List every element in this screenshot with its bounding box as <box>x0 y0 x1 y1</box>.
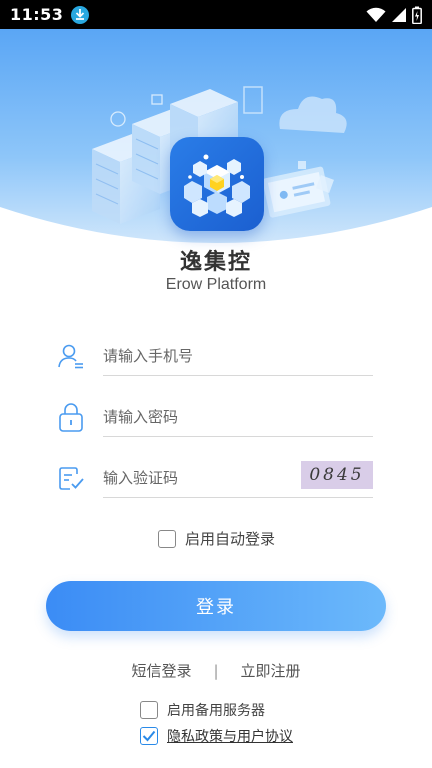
register-link[interactable]: 立即注册 <box>241 660 301 681</box>
sms-login-link[interactable]: 短信登录 <box>131 660 191 681</box>
app-logo <box>170 137 264 231</box>
status-time: 11:53 <box>10 5 64 24</box>
download-icon <box>71 5 90 24</box>
verify-code-icon <box>57 464 85 492</box>
backup-server-option[interactable]: 启用备用服务器 <box>140 700 265 720</box>
status-icons <box>366 6 422 24</box>
backup-server-label: 启用备用服务器 <box>167 703 265 719</box>
status-bar: 11:53 <box>0 0 432 29</box>
auto-login-option[interactable]: 启用自动登录 <box>158 528 275 549</box>
password-input[interactable] <box>103 397 373 437</box>
lock-icon <box>57 403 85 432</box>
user-icon <box>57 342 85 370</box>
app-title: 逸集控 <box>179 250 252 275</box>
code-field: 0845 <box>57 458 373 498</box>
privacy-option[interactable]: 隐私政策与用户协议 <box>140 726 293 746</box>
app-subtitle: Erow Platform <box>165 276 267 293</box>
backup-server-checkbox[interactable] <box>140 701 158 719</box>
privacy-policy-link[interactable]: 隐私政策与用户协议 <box>167 726 293 746</box>
captcha-image[interactable]: 0845 <box>301 461 373 489</box>
link-separator: | <box>213 661 219 680</box>
wifi-icon <box>366 7 386 22</box>
check-icon <box>142 730 156 742</box>
password-field <box>57 397 373 437</box>
auto-login-checkbox[interactable] <box>158 529 176 548</box>
auto-login-label: 启用自动登录 <box>185 530 276 548</box>
phone-field <box>57 336 373 376</box>
auth-links: 短信登录 | 立即注册 <box>0 660 432 681</box>
signal-icon <box>392 7 406 22</box>
login-button[interactable]: 登录 <box>46 581 386 631</box>
privacy-checkbox[interactable] <box>140 727 158 745</box>
phone-input[interactable] <box>103 336 373 376</box>
battery-icon <box>412 6 422 24</box>
